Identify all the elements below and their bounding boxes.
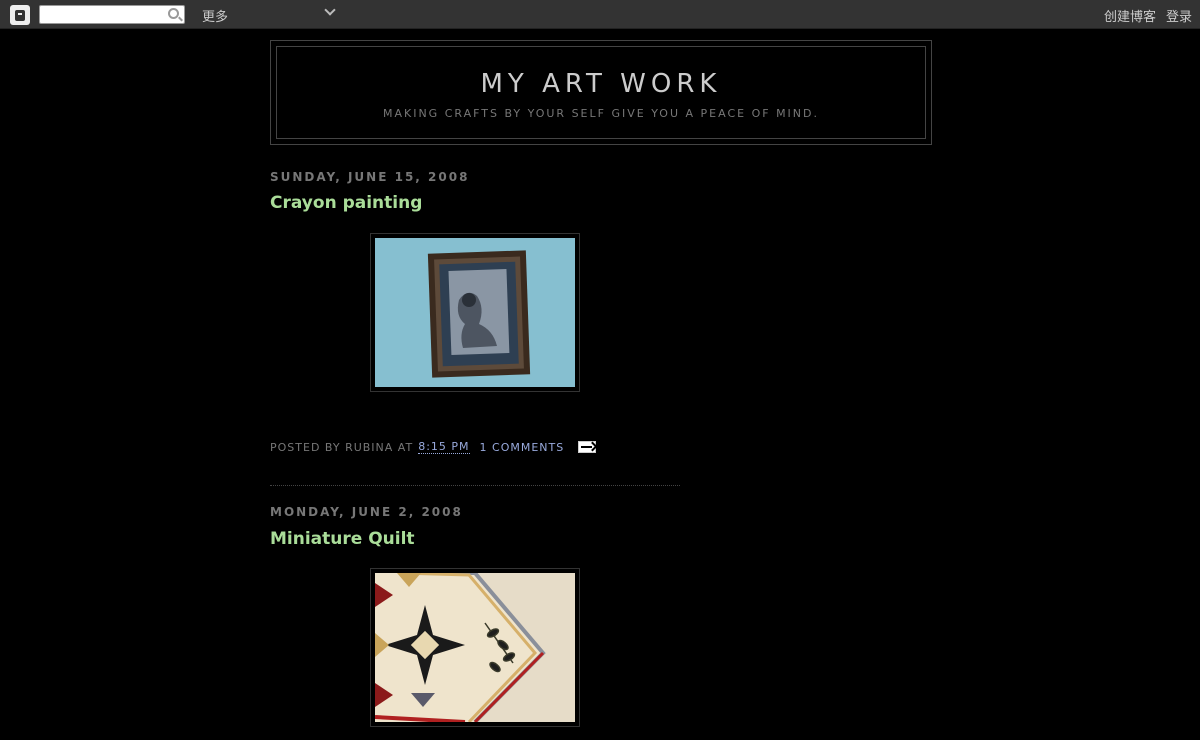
post-photo-crayon-painting[interactable] <box>370 233 580 392</box>
navbar-links: 创建博客 登录 <box>1104 6 1192 25</box>
post-title[interactable]: Miniature Quilt <box>270 529 415 549</box>
navbar: 更多 创建博客 登录 <box>0 0 1200 29</box>
post-separator <box>270 485 680 486</box>
framed-drawing-image <box>375 238 575 387</box>
search-icon[interactable] <box>168 8 179 19</box>
chevron-down-icon[interactable] <box>324 4 336 16</box>
post-footer: POSTED BY RUBINA AT 8:15 PM 1 COMMENTS <box>270 440 597 454</box>
email-post-icon[interactable] <box>578 441 597 453</box>
post-title[interactable]: Crayon painting <box>270 193 422 213</box>
search-input[interactable] <box>40 9 160 26</box>
more-menu[interactable]: 更多 <box>202 6 228 25</box>
quilt-image <box>375 573 575 722</box>
comments-link[interactable]: 1 COMMENTS <box>480 441 565 454</box>
login-link[interactable]: 登录 <box>1166 6 1192 25</box>
search-box[interactable] <box>39 5 185 26</box>
post-photo-miniature-quilt[interactable] <box>370 568 580 727</box>
posted-by-label: POSTED BY RUBINA AT <box>270 440 414 454</box>
blog-title[interactable]: MY ART WORK <box>277 69 925 99</box>
blogger-logo-icon[interactable] <box>10 5 30 25</box>
create-blog-link[interactable]: 创建博客 <box>1104 6 1156 25</box>
blog-header-inner: MY ART WORK MAKING CRAFTS BY YOUR SELF G… <box>276 46 926 139</box>
post-date: MONDAY, JUNE 2, 2008 <box>270 505 463 519</box>
post-timestamp-link[interactable]: 8:15 PM <box>418 440 470 454</box>
blog-header: MY ART WORK MAKING CRAFTS BY YOUR SELF G… <box>270 40 932 145</box>
blog-description: MAKING CRAFTS BY YOUR SELF GIVE YOU A PE… <box>382 107 819 120</box>
post-date: SUNDAY, JUNE 15, 2008 <box>270 170 470 184</box>
